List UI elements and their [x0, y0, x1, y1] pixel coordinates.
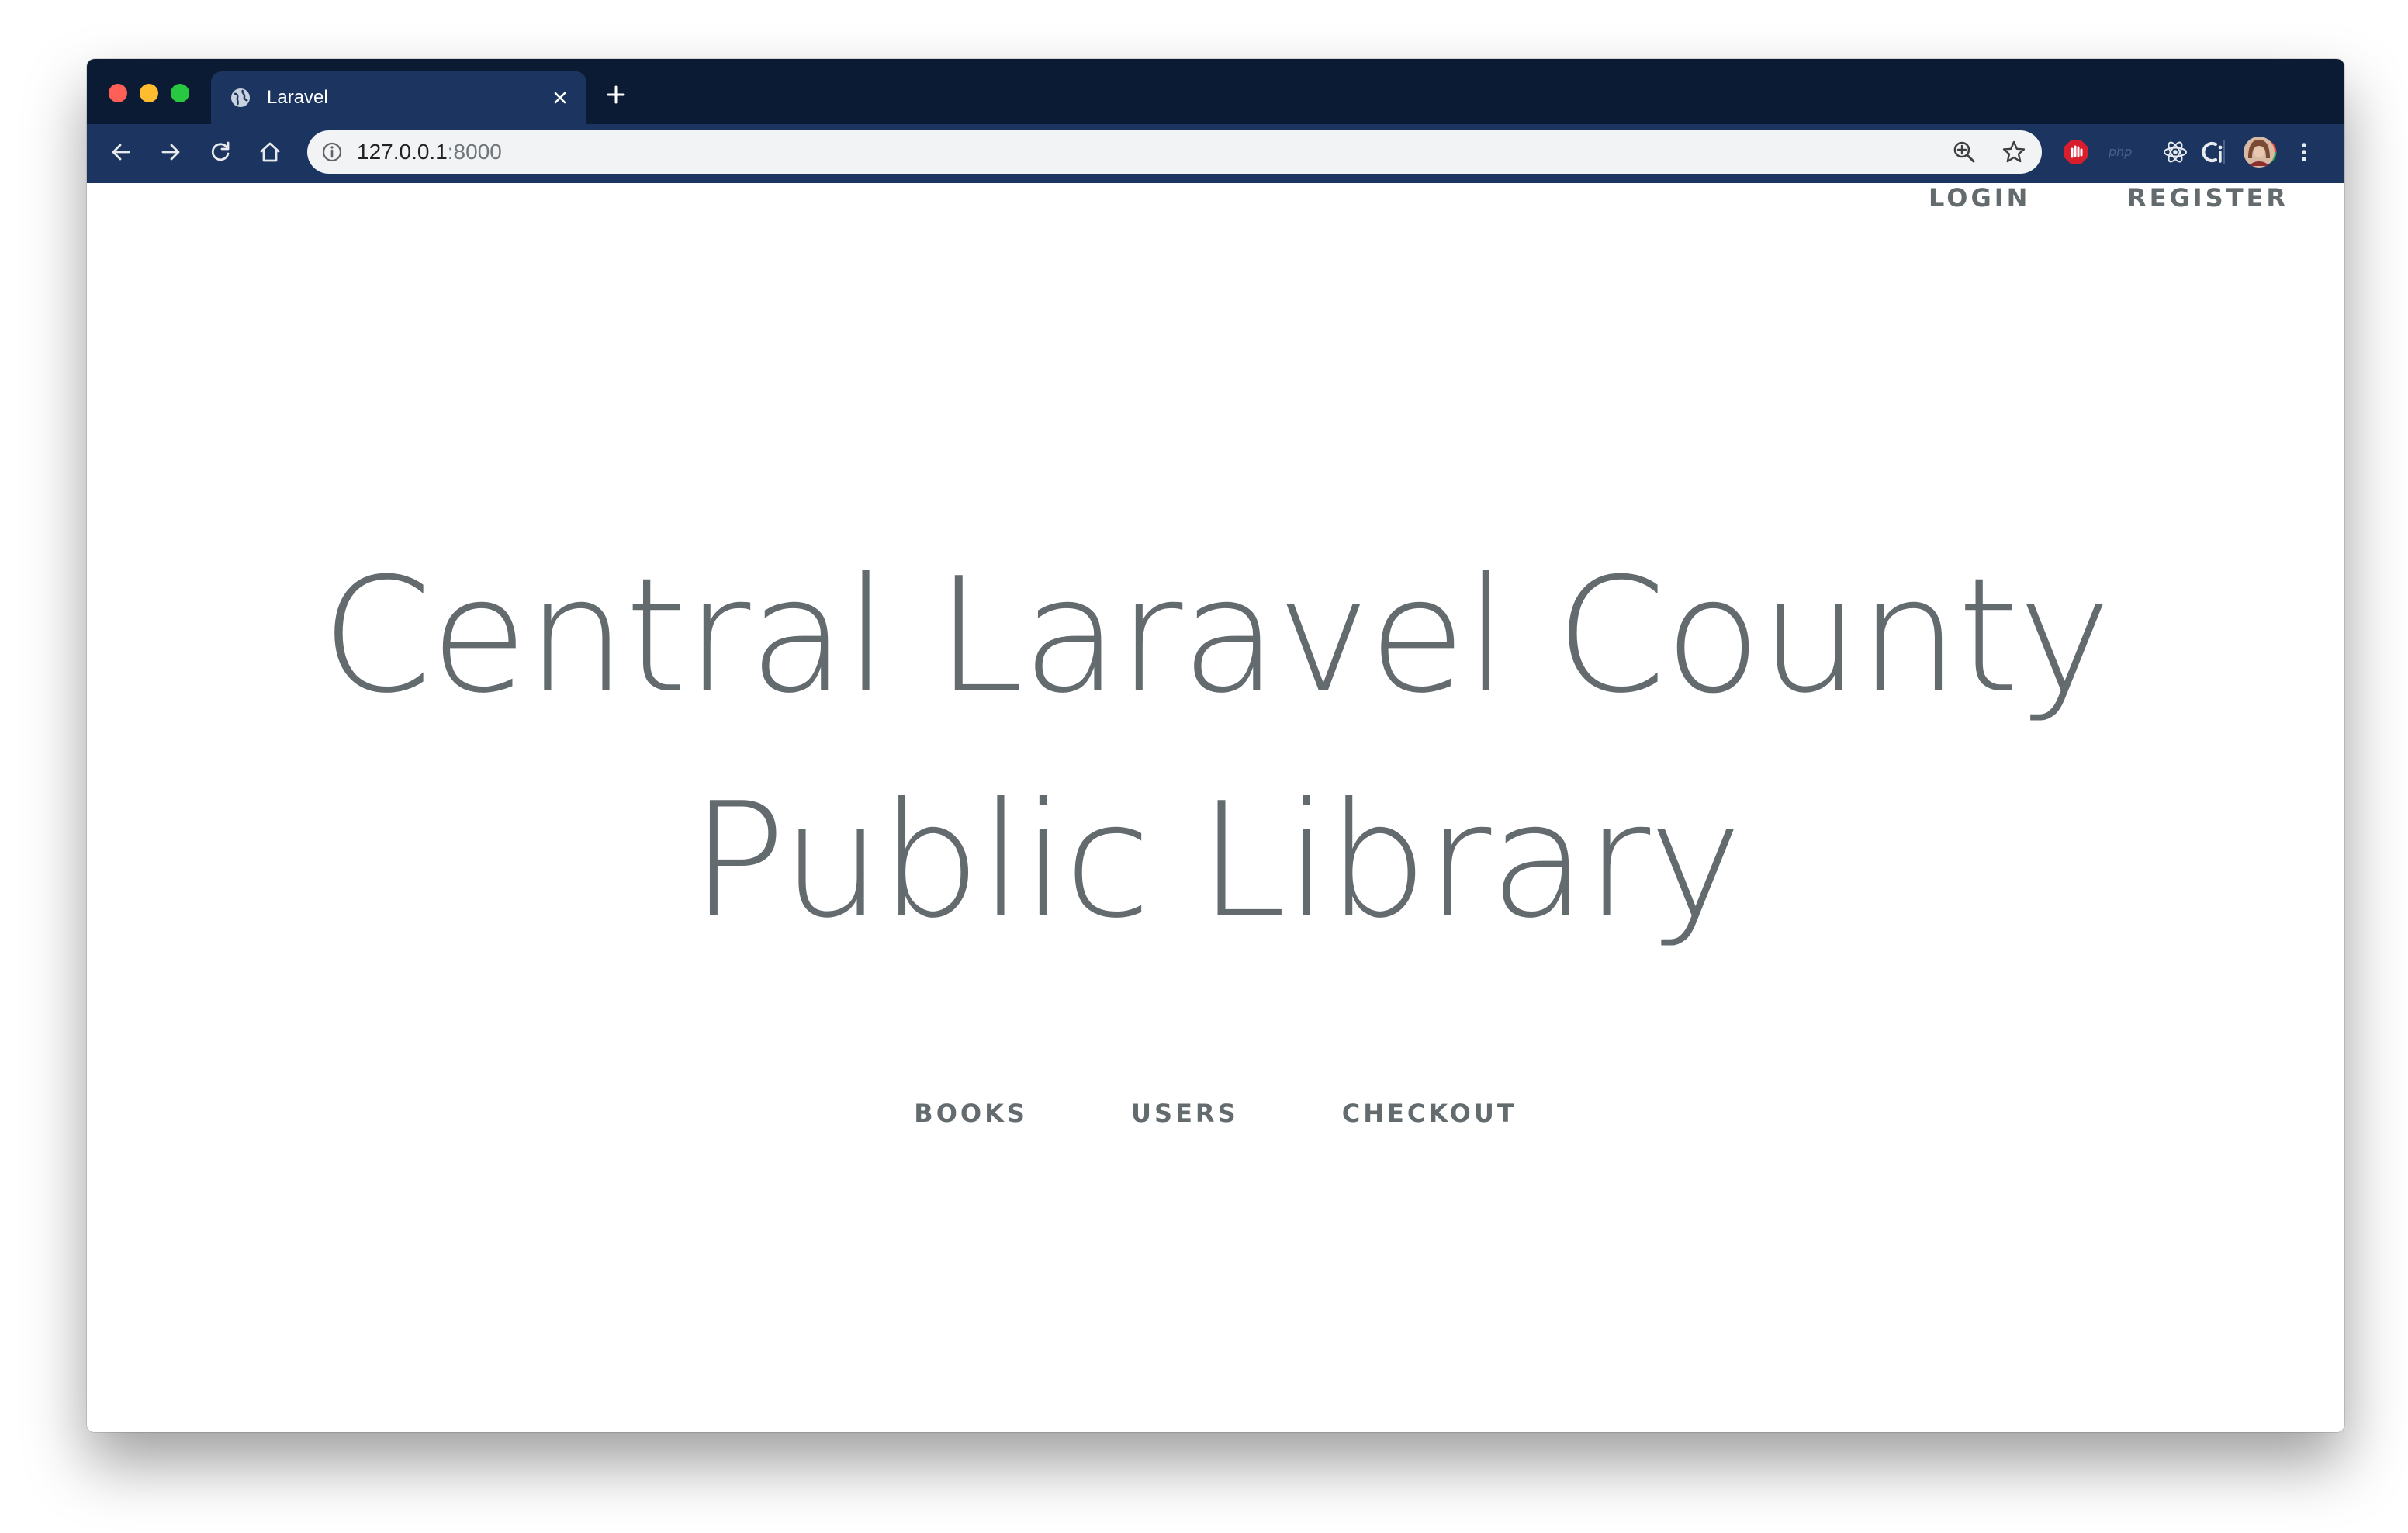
url-port: :8000 [447, 140, 502, 164]
tab-strip: Laravel [87, 59, 2344, 124]
minimize-window-button[interactable] [140, 84, 158, 102]
arrow-right-icon[interactable] [157, 138, 185, 166]
php-icon[interactable]: php [2109, 140, 2147, 164]
page-title: Central Laravel County Public Library [321, 545, 2112, 953]
star-icon[interactable] [2001, 140, 2026, 164]
react-icon[interactable] [2161, 138, 2189, 166]
cj-icon[interactable] [2199, 138, 2226, 166]
reload-icon[interactable] [206, 138, 234, 166]
browser-toolbar: 127.0.0.1:8000 php [87, 124, 2344, 186]
stop-hand-icon[interactable] [2062, 138, 2090, 166]
zoom-icon[interactable] [1952, 140, 1977, 164]
home-icon[interactable] [256, 138, 284, 166]
browser-window: Laravel 127.0.0.1:8000 php LOGIN REGISTE… [87, 59, 2344, 1432]
books-link[interactable]: Books [914, 1099, 1028, 1128]
toolbar-divider [2223, 140, 2225, 164]
maximize-window-button[interactable] [171, 84, 189, 102]
register-link[interactable]: Register [2127, 183, 2289, 213]
main-links: Books Users Checkout [87, 1099, 2344, 1128]
page-content: Login Register Central Laravel County Pu… [87, 183, 2344, 1432]
close-icon[interactable] [548, 85, 573, 110]
profile-avatar-icon[interactable] [2242, 135, 2276, 169]
url-text[interactable]: 127.0.0.1:8000 [357, 140, 502, 164]
plus-icon[interactable] [604, 82, 628, 107]
url-host: 127.0.0.1 [357, 140, 448, 164]
globe-icon [231, 88, 250, 107]
info-icon[interactable] [321, 141, 343, 163]
checkout-link[interactable]: Checkout [1342, 1099, 1517, 1128]
tab-laravel[interactable]: Laravel [211, 71, 586, 124]
login-link[interactable]: Login [1929, 183, 2030, 213]
kebab-menu-icon[interactable] [2290, 138, 2318, 166]
tab-title: Laravel [267, 87, 328, 108]
arrow-left-icon[interactable] [107, 138, 135, 166]
users-link[interactable]: Users [1131, 1099, 1239, 1128]
close-window-button[interactable] [109, 84, 127, 102]
address-bar[interactable]: 127.0.0.1:8000 [307, 130, 2042, 174]
php-label: php [2109, 144, 2133, 159]
